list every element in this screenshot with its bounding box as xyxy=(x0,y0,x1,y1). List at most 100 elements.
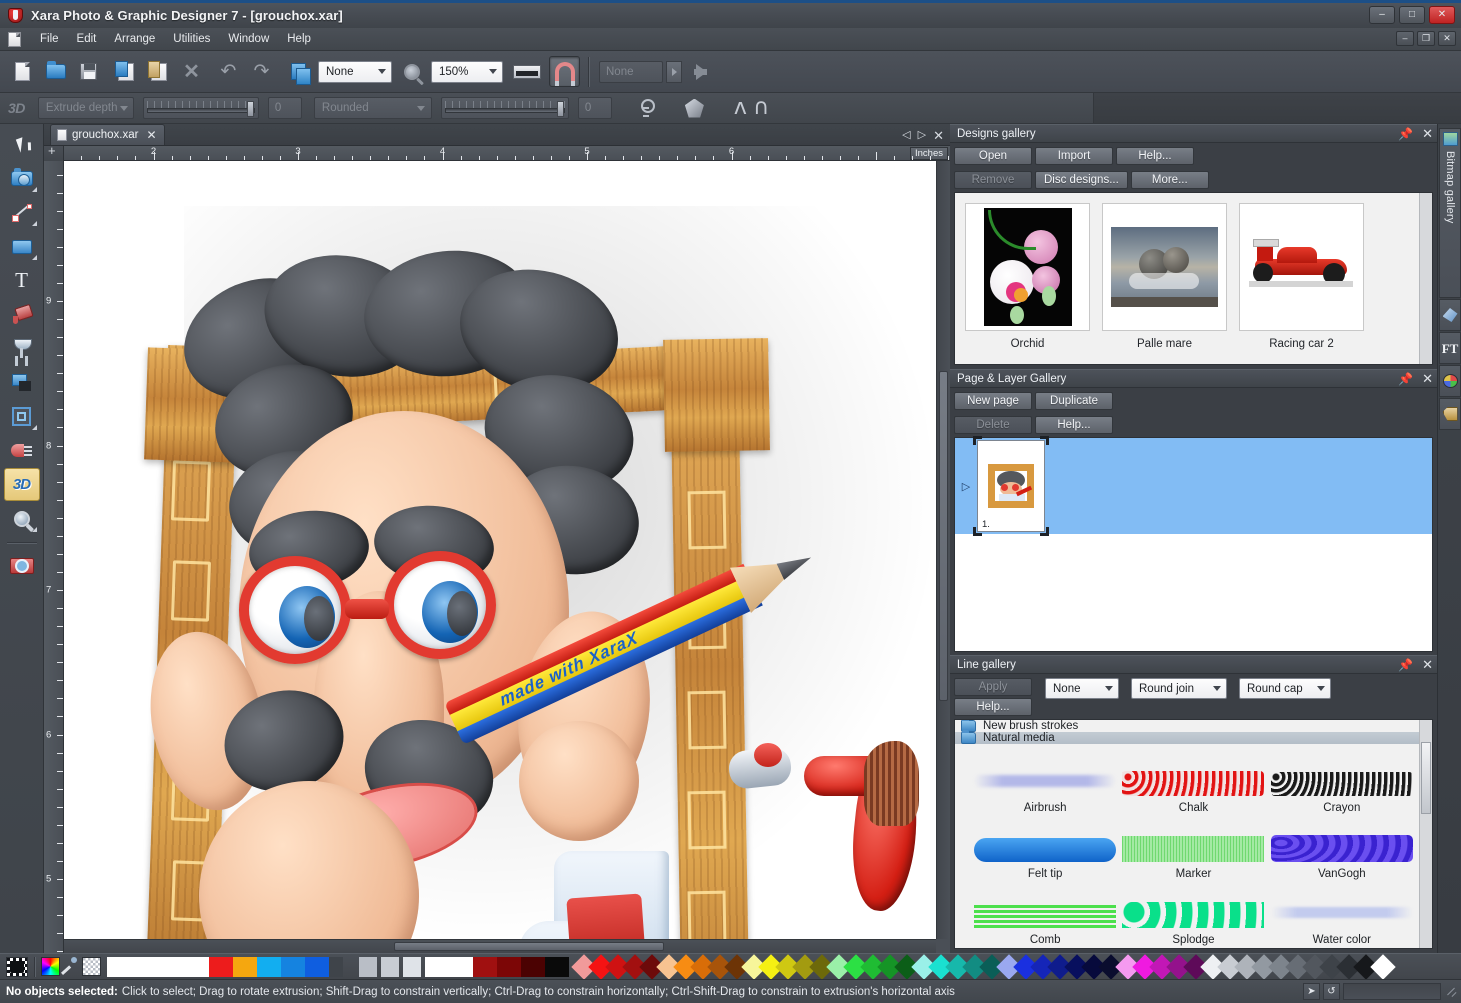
ruler-toggle-button[interactable] xyxy=(507,56,547,87)
line-folder-new-brush-strokes[interactable]: New brush strokes xyxy=(955,720,1432,732)
line-folder-natural-media[interactable]: Natural media xyxy=(955,732,1432,744)
vertical-ruler[interactable]: 98765 xyxy=(44,161,64,953)
light-bulb-icon[interactable] xyxy=(637,98,655,118)
page-layer-help-button[interactable]: Help... xyxy=(1035,416,1113,434)
mdi-minimize-button[interactable]: – xyxy=(1396,31,1414,46)
scrollbar-thumb[interactable] xyxy=(394,942,664,951)
designs-more-button[interactable]: More... xyxy=(1131,171,1209,189)
bevel-up-icon[interactable]: ʌ xyxy=(734,98,747,118)
tab-next-icon[interactable]: ▷ xyxy=(918,130,926,141)
zoom-tool-button[interactable] xyxy=(396,56,427,87)
bevel-size-slider[interactable] xyxy=(441,97,569,119)
tab-bitmap-gallery[interactable]: Bitmap gallery xyxy=(1439,128,1461,298)
menu-window[interactable]: Window xyxy=(219,31,278,47)
zoom-tool[interactable] xyxy=(4,502,40,535)
duplicate-button[interactable] xyxy=(283,56,314,87)
close-icon[interactable]: ✕ xyxy=(1422,126,1433,142)
status-field[interactable] xyxy=(1343,983,1441,1000)
close-icon[interactable]: ✕ xyxy=(1422,371,1433,387)
ruler-unit-label[interactable]: Inches xyxy=(910,147,948,160)
design-item[interactable]: Racing car 2 xyxy=(1239,203,1364,350)
designs-import-button[interactable]: Import xyxy=(1035,147,1113,165)
palette-swatch[interactable] xyxy=(107,957,141,977)
tab-font-gallery[interactable]: FT xyxy=(1439,332,1461,364)
palette-named-colors[interactable] xyxy=(107,957,343,977)
new-document-button[interactable] xyxy=(7,56,38,87)
apply-name-button[interactable] xyxy=(683,56,719,87)
transparency-tool[interactable] xyxy=(4,332,40,365)
brush-item[interactable]: Airbrush xyxy=(971,750,1119,814)
line-shape-tool[interactable] xyxy=(4,196,40,229)
brush-item[interactable]: VanGogh xyxy=(1268,816,1416,880)
canvas-vertical-scrollbar[interactable] xyxy=(936,161,950,939)
bevel-down-icon[interactable]: ∩ xyxy=(753,98,769,118)
brush-item[interactable]: Splodge xyxy=(1119,882,1267,946)
shadow-tool[interactable] xyxy=(4,366,40,399)
palette-swatch[interactable] xyxy=(403,957,421,977)
designs-help-button[interactable]: Help... xyxy=(1116,147,1194,165)
live-effects-tool[interactable] xyxy=(4,549,40,582)
line-help-button[interactable]: Help... xyxy=(954,698,1032,716)
tab-color-gallery[interactable] xyxy=(1439,365,1461,397)
bevel-tool[interactable] xyxy=(4,400,40,433)
line-style-combo[interactable]: None xyxy=(1045,678,1119,699)
line-gallery-scrollbar[interactable] xyxy=(1419,720,1432,948)
palette-swatch[interactable] xyxy=(521,957,545,977)
canvas-horizontal-scrollbar[interactable] xyxy=(64,939,936,953)
zoom-combo[interactable]: 150% xyxy=(431,61,503,83)
palette-swatch[interactable] xyxy=(425,957,449,977)
minimize-button[interactable]: – xyxy=(1369,6,1395,24)
ruler-origin[interactable] xyxy=(44,146,64,161)
line-join-combo[interactable]: Round join xyxy=(1131,678,1227,699)
palette-swatch[interactable] xyxy=(329,957,343,977)
horizontal-ruler[interactable]: Inches 23456 xyxy=(64,146,950,161)
menu-edit[interactable]: Edit xyxy=(68,31,106,47)
brush-item[interactable]: Marker xyxy=(1119,816,1267,880)
palette-swatch[interactable] xyxy=(233,957,257,977)
photo-tool[interactable] xyxy=(4,162,40,195)
bevel-size-value[interactable]: 0 xyxy=(578,97,612,119)
palette-swatch[interactable] xyxy=(381,957,399,977)
brush-item[interactable]: Comb xyxy=(971,882,1119,946)
palette-swatch[interactable] xyxy=(175,957,209,977)
design-item[interactable]: Orchid xyxy=(965,203,1090,350)
delete-button[interactable]: ✕ xyxy=(176,56,207,87)
document-page[interactable]: made with XaraX xyxy=(64,161,936,939)
rectangle-tool[interactable] xyxy=(4,230,40,263)
brush-item[interactable]: Felt tip xyxy=(971,816,1119,880)
menu-arrange[interactable]: Arrange xyxy=(105,31,164,47)
page-row[interactable]: ▷ xyxy=(955,438,1432,534)
pin-icon[interactable]: 📌 xyxy=(1398,658,1413,672)
open-button[interactable] xyxy=(40,56,71,87)
slider-knob[interactable] xyxy=(557,101,564,117)
line-gallery-body[interactable]: New brush strokes Natural media Airbrush xyxy=(954,719,1433,949)
palette-swatch[interactable] xyxy=(141,957,175,977)
brush-item[interactable]: Crayon xyxy=(1268,750,1416,814)
expander-icon[interactable]: ▷ xyxy=(955,480,977,493)
extrude-depth-slider[interactable] xyxy=(143,97,259,119)
undo-button[interactable]: ↶ xyxy=(213,56,244,87)
fill-tool[interactable] xyxy=(4,298,40,331)
extrude-tool[interactable]: 3D xyxy=(4,468,40,501)
designs-gallery-scrollbar[interactable] xyxy=(1419,193,1432,364)
duplicate-page-button[interactable]: Duplicate xyxy=(1035,392,1113,410)
redo-button[interactable]: ↷ xyxy=(246,56,277,87)
paste-button[interactable] xyxy=(143,56,174,87)
maximize-button[interactable]: □ xyxy=(1399,6,1425,24)
palette-swatch[interactable] xyxy=(257,957,281,977)
pin-icon[interactable]: 📌 xyxy=(1398,127,1413,141)
design-item[interactable]: Palle mare xyxy=(1102,203,1227,350)
no-color-icon[interactable] xyxy=(6,957,28,977)
palette-swatch[interactable] xyxy=(545,957,569,977)
page-thumbnail[interactable]: 1. xyxy=(977,440,1045,532)
resize-grip[interactable] xyxy=(1444,985,1457,998)
slider-knob[interactable] xyxy=(247,101,254,117)
palette-swatch[interactable] xyxy=(449,957,473,977)
color-palette-bar[interactable] xyxy=(0,953,1461,979)
page-layer-gallery-body[interactable]: ▷ xyxy=(954,437,1433,652)
quality-combo[interactable]: None xyxy=(318,61,392,83)
palette-swatch[interactable] xyxy=(359,957,377,977)
tab-prev-icon[interactable]: ◁ xyxy=(902,130,910,141)
snap-toggle-button[interactable] xyxy=(549,56,580,87)
tab-name-gallery[interactable] xyxy=(1439,398,1461,430)
